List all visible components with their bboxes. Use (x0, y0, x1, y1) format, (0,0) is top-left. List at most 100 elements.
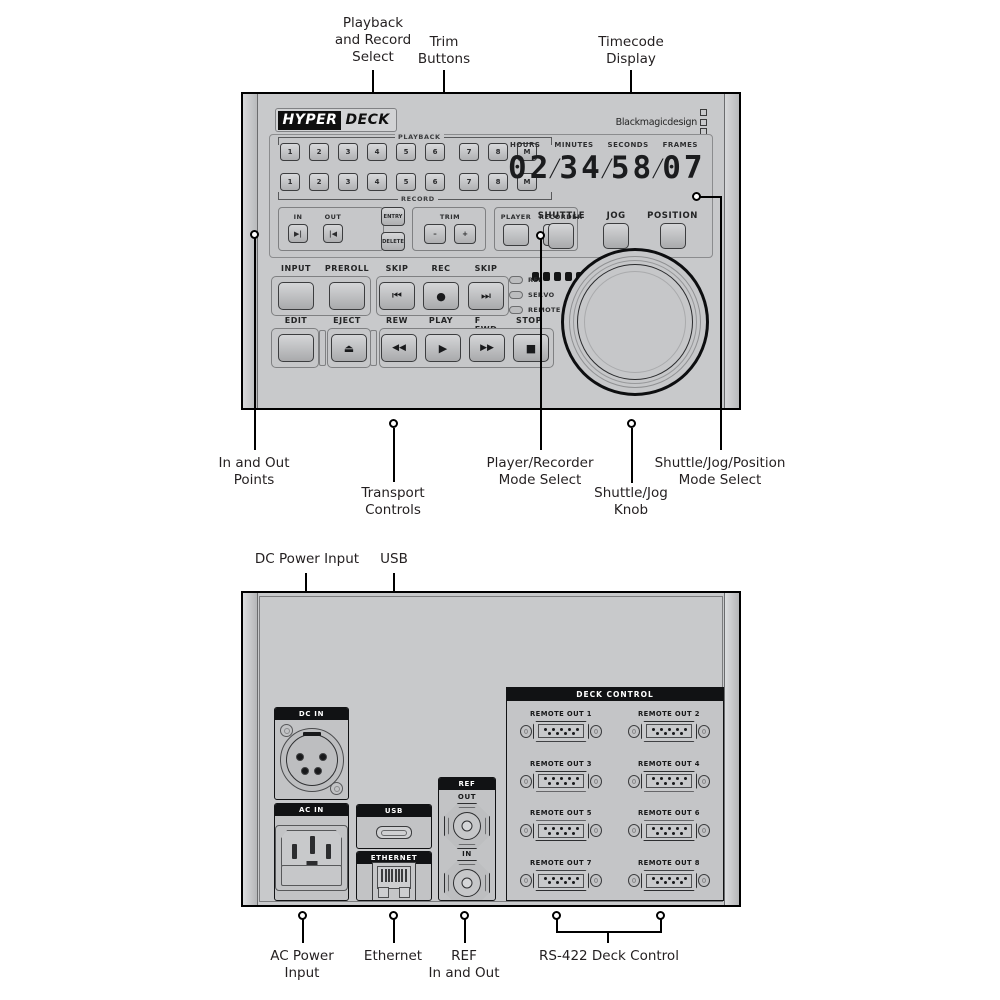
record-button-1[interactable]: 1 (280, 173, 300, 191)
db9-connector-3-icon (520, 770, 602, 792)
ref-port-group[interactable]: REF OUT IN (438, 777, 496, 901)
playback-button-5[interactable]: 5 (396, 143, 416, 161)
remote-out-8-label: REMOTE OUT 8 (638, 859, 700, 868)
jog-button[interactable] (603, 223, 630, 249)
remote-out-2-label: REMOTE OUT 2 (638, 709, 700, 718)
label-play: PLAY (428, 316, 454, 325)
fast-forward-button[interactable]: ▶▶ (469, 334, 505, 362)
label-skip-fwd: SKIP (474, 264, 498, 273)
bnc-connector-out-icon (444, 803, 490, 849)
label-input: INPUT (281, 264, 311, 273)
trim-minus-button[interactable]: – (424, 224, 446, 244)
shuttle-jog-knob[interactable] (561, 248, 709, 396)
ethernet-port[interactable]: ETHERNET (356, 851, 432, 901)
db9-7-lug-right (590, 874, 602, 888)
remote-out-6-label: REMOTE OUT 6 (638, 809, 700, 818)
playback-button-4[interactable]: 4 (367, 143, 387, 161)
xlr-inner-ring (285, 733, 338, 786)
logo-deck-text: DECK (341, 110, 395, 130)
leader-rs422-stem (607, 931, 609, 943)
status-ref: REF (509, 276, 561, 284)
playback-button-8[interactable]: 8 (488, 143, 508, 161)
remote-out-grid: REMOTE OUT 1 REMOTE OUT 2 REMOTE OUT 3 R… (507, 701, 723, 900)
remote-out-2[interactable]: REMOTE OUT 2 (615, 701, 723, 751)
shuttle-button[interactable] (548, 223, 575, 249)
remote-out-3-label: REMOTE OUT 3 (530, 759, 592, 768)
label-eject: EJECT (333, 316, 361, 325)
xlr-notch (302, 731, 321, 736)
callout-timecode-display: Timecode Display (598, 34, 664, 67)
rack-ear-right (724, 94, 739, 408)
record-button[interactable]: ● (423, 282, 459, 310)
remote-out-3[interactable]: REMOTE OUT 3 (507, 751, 615, 801)
entry-button[interactable]: ENTRY (381, 207, 405, 226)
anchor-shuttle-jog-knob (627, 419, 636, 428)
status-servo: SERVO (509, 291, 561, 299)
timecode-seconds-label: SECONDS (607, 141, 649, 149)
position-button[interactable] (659, 223, 686, 249)
remote-out-4[interactable]: REMOTE OUT 4 (615, 751, 723, 801)
remote-out-5[interactable]: REMOTE OUT 5 (507, 801, 615, 851)
trim-group: TRIM – + (412, 207, 486, 251)
stop-button[interactable]: ■ (513, 334, 549, 362)
eject-button[interactable]: ⏏ (331, 334, 367, 362)
remote-out-7[interactable]: REMOTE OUT 7 (507, 850, 615, 900)
iec-slot-center (310, 836, 315, 854)
edit-button[interactable] (278, 334, 314, 362)
ref-label: REF (439, 778, 495, 790)
deck-control-group: DECK CONTROL REMOTE OUT 1 REMOTE OUT 2 R… (506, 687, 724, 901)
callout-ref-in-and-out: REF In and Out (428, 948, 500, 981)
playback-button-7[interactable]: 7 (459, 143, 479, 161)
record-button-6[interactable]: 6 (425, 173, 445, 191)
playback-button-2[interactable]: 2 (309, 143, 329, 161)
play-button[interactable]: ▶ (425, 334, 461, 362)
timecode-display: HOURS MINUTES SECONDS FRAMES 02 / 34 / 5… (506, 141, 703, 186)
usb-port[interactable]: USB (356, 804, 432, 849)
trim-plus-button[interactable]: + (454, 224, 476, 244)
record-button-4[interactable]: 4 (367, 173, 387, 191)
in-point-button[interactable]: ▶| (288, 224, 308, 243)
input-button[interactable] (278, 282, 314, 310)
db9-connector-8-icon (628, 870, 710, 892)
timecode-minutes-value: 34 (559, 150, 603, 186)
db9-connector-6-icon (628, 820, 710, 842)
trim-group-label: TRIM (439, 213, 461, 221)
iec-slot-left (292, 844, 297, 859)
db9-2-lug-left (628, 724, 640, 738)
player-label: PLAYER (500, 213, 532, 221)
skip-forward-button[interactable]: ⏭ (468, 282, 504, 310)
db9-4-lug-right (698, 774, 710, 788)
playback-button-1[interactable]: 1 (280, 143, 300, 161)
dc-in-port[interactable]: DC IN (274, 707, 349, 800)
playback-button-6[interactable]: 6 (425, 143, 445, 161)
record-button-8[interactable]: 8 (488, 173, 508, 191)
rj45-contacts (377, 866, 411, 889)
callout-dc-power-input: DC Power Input (254, 551, 360, 567)
deck-control-label: DECK CONTROL (507, 688, 723, 701)
db9-2-shell (641, 720, 697, 742)
rewind-button[interactable]: ◀◀ (381, 334, 417, 362)
db9-connector-2-icon (628, 720, 710, 742)
timecode-frames-label: FRAMES (662, 141, 698, 149)
ac-in-port[interactable]: AC IN (274, 803, 349, 901)
hyperdeck-logo: HYPER DECK (275, 108, 398, 132)
db9-connector-5-icon (520, 820, 602, 842)
skip-back-button[interactable]: ⏮ (379, 282, 415, 310)
record-button-5[interactable]: 5 (396, 173, 416, 191)
playback-button-3[interactable]: 3 (338, 143, 358, 161)
label-edit: EDIT (284, 316, 308, 325)
record-button-3[interactable]: 3 (338, 173, 358, 191)
out-point-button[interactable]: |◀ (323, 224, 343, 243)
preroll-button[interactable] (329, 282, 365, 310)
player-mode-button[interactable] (503, 224, 529, 246)
db9-5-lug-left (520, 824, 532, 838)
record-button-2[interactable]: 2 (309, 173, 329, 191)
remote-out-6[interactable]: REMOTE OUT 6 (615, 801, 723, 851)
timecode-digits: 02 / 34 / 58 / 07 (506, 149, 703, 186)
record-button-7[interactable]: 7 (459, 173, 479, 191)
remote-out-8[interactable]: REMOTE OUT 8 (615, 850, 723, 900)
bnc-out-core (461, 820, 473, 832)
remote-out-1[interactable]: REMOTE OUT 1 (507, 701, 615, 751)
delete-button[interactable]: DELETE (381, 232, 405, 251)
xlr-pin-3 (300, 766, 309, 775)
